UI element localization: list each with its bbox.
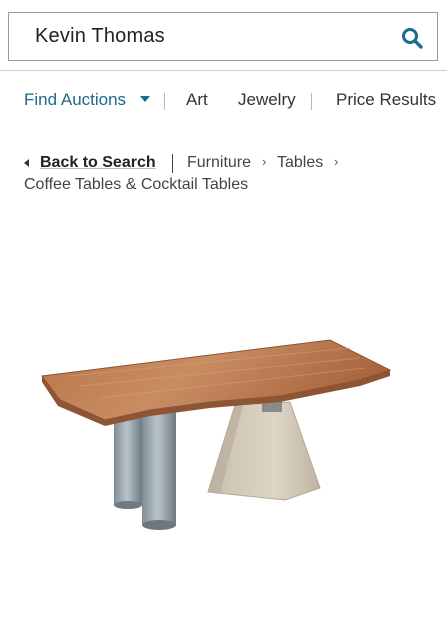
chevron-right-icon: › xyxy=(262,154,267,169)
header-divider xyxy=(0,70,447,71)
nav-jewelry[interactable]: Jewelry xyxy=(238,90,296,110)
breadcrumb-separator xyxy=(172,154,173,173)
chevron-left-icon xyxy=(24,159,29,167)
breadcrumb: Back to Search Furniture › Tables › Coff… xyxy=(24,154,434,194)
chevron-down-icon[interactable] xyxy=(140,96,150,102)
nav-separator xyxy=(164,93,165,110)
back-to-search-link[interactable]: Back to Search xyxy=(40,154,156,172)
search-icon[interactable] xyxy=(401,27,423,49)
nav-art[interactable]: Art xyxy=(186,90,208,110)
nav-separator xyxy=(311,93,312,110)
search-box[interactable]: Kevin Thomas xyxy=(8,12,438,61)
breadcrumb-furniture[interactable]: Furniture xyxy=(187,154,251,172)
breadcrumb-coffee-tables[interactable]: Coffee Tables & Cocktail Tables xyxy=(24,176,434,194)
product-image[interactable] xyxy=(30,310,400,550)
chevron-right-icon: › xyxy=(334,154,339,169)
main-nav: Find Auctions Art Jewelry Price Results xyxy=(0,90,447,114)
nav-price-results[interactable]: Price Results xyxy=(336,90,436,110)
breadcrumb-tables[interactable]: Tables xyxy=(277,154,323,172)
search-input[interactable]: Kevin Thomas xyxy=(35,25,165,48)
nav-find-auctions[interactable]: Find Auctions xyxy=(24,90,126,110)
